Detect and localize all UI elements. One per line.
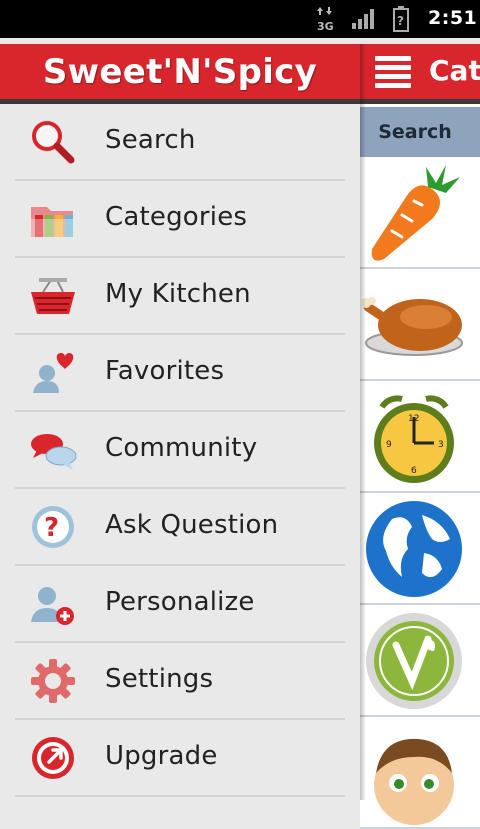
drawer-item-label: Search (105, 125, 196, 155)
user-heart-icon (33, 353, 74, 393)
header-divider (360, 99, 480, 104)
svg-text:3: 3 (438, 440, 444, 450)
svg-text:9: 9 (386, 440, 392, 450)
alarm-clock-icon: 12 3 6 9 (374, 395, 454, 483)
content-header: Cate (360, 44, 480, 99)
svg-text:?: ? (397, 14, 404, 28)
drawer-shadow (360, 44, 366, 800)
svg-text:6: 6 (411, 466, 417, 476)
drawer-item-label: Settings (105, 664, 214, 694)
category-row[interactable] (360, 493, 480, 605)
signal-strength-icon (352, 9, 374, 29)
magnifier-icon (32, 121, 75, 164)
drawer-item-upgrade[interactable]: Upgrade (15, 720, 345, 797)
folders-icon (31, 207, 73, 237)
drawer-item-favorites[interactable]: Favorites (15, 335, 345, 412)
battery-icon: ? (393, 6, 409, 32)
category-list: 12 3 6 9 (360, 157, 480, 829)
carrot-icon (371, 165, 460, 261)
drawer-item-categories[interactable]: Categories (15, 181, 345, 258)
drawer-item-personalize[interactable]: Personalize (15, 566, 345, 643)
category-row[interactable] (360, 157, 480, 269)
roast-chicken-icon (362, 297, 463, 356)
upgrade-icon (32, 737, 74, 779)
drawer-item-label: My Kitchen (105, 279, 251, 309)
svg-text:?: ? (44, 513, 59, 543)
drawer-item-ask-question[interactable]: ? Ask Question (15, 489, 345, 566)
basket-icon (31, 278, 75, 314)
svg-text:3G: 3G (317, 20, 334, 32)
gear-icon (31, 659, 75, 703)
drawer-item-label: Categories (105, 202, 248, 232)
svg-text:12: 12 (408, 414, 419, 424)
vegan-badge-icon (366, 613, 462, 709)
drawer-item-label: Favorites (105, 356, 225, 386)
drawer-item-community[interactable]: Community (15, 412, 345, 489)
drawer-item-label: Ask Question (105, 510, 279, 540)
menu-icon[interactable] (375, 56, 411, 88)
category-row[interactable] (360, 605, 480, 717)
search-tab-label: Search (378, 121, 452, 143)
drawer-item-my-kitchen[interactable]: My Kitchen (15, 258, 345, 335)
search-tab[interactable]: Search (360, 107, 480, 157)
network-3g-icon: 3G (317, 7, 334, 32)
category-row[interactable] (360, 269, 480, 381)
user-add-icon (31, 587, 74, 625)
drawer-item-label: Upgrade (105, 741, 218, 771)
drawer-item-label: Personalize (105, 587, 255, 617)
main-content: Cate Search (360, 44, 480, 829)
drawer-item-search[interactable]: Search (15, 104, 345, 181)
category-row[interactable]: 12 3 6 9 (360, 381, 480, 493)
category-row[interactable] (360, 717, 480, 829)
drawer-item-label: Community (105, 433, 258, 463)
status-bar: 3G ? 2:51 (0, 0, 480, 38)
navigation-drawer: Search Categories My Kitchen Favorites C… (0, 104, 360, 800)
baby-face-icon (374, 738, 454, 825)
clock: 2:51 (428, 7, 478, 29)
globe-icon (366, 501, 462, 597)
drawer-header: Sweet'N'Spicy (0, 44, 360, 99)
drawer-item-settings[interactable]: Settings (15, 643, 345, 720)
app-title: Sweet'N'Spicy (42, 51, 318, 92)
chat-bubbles-icon (31, 434, 77, 470)
question-icon: ? (32, 506, 74, 548)
content-title: Cate (429, 54, 480, 87)
